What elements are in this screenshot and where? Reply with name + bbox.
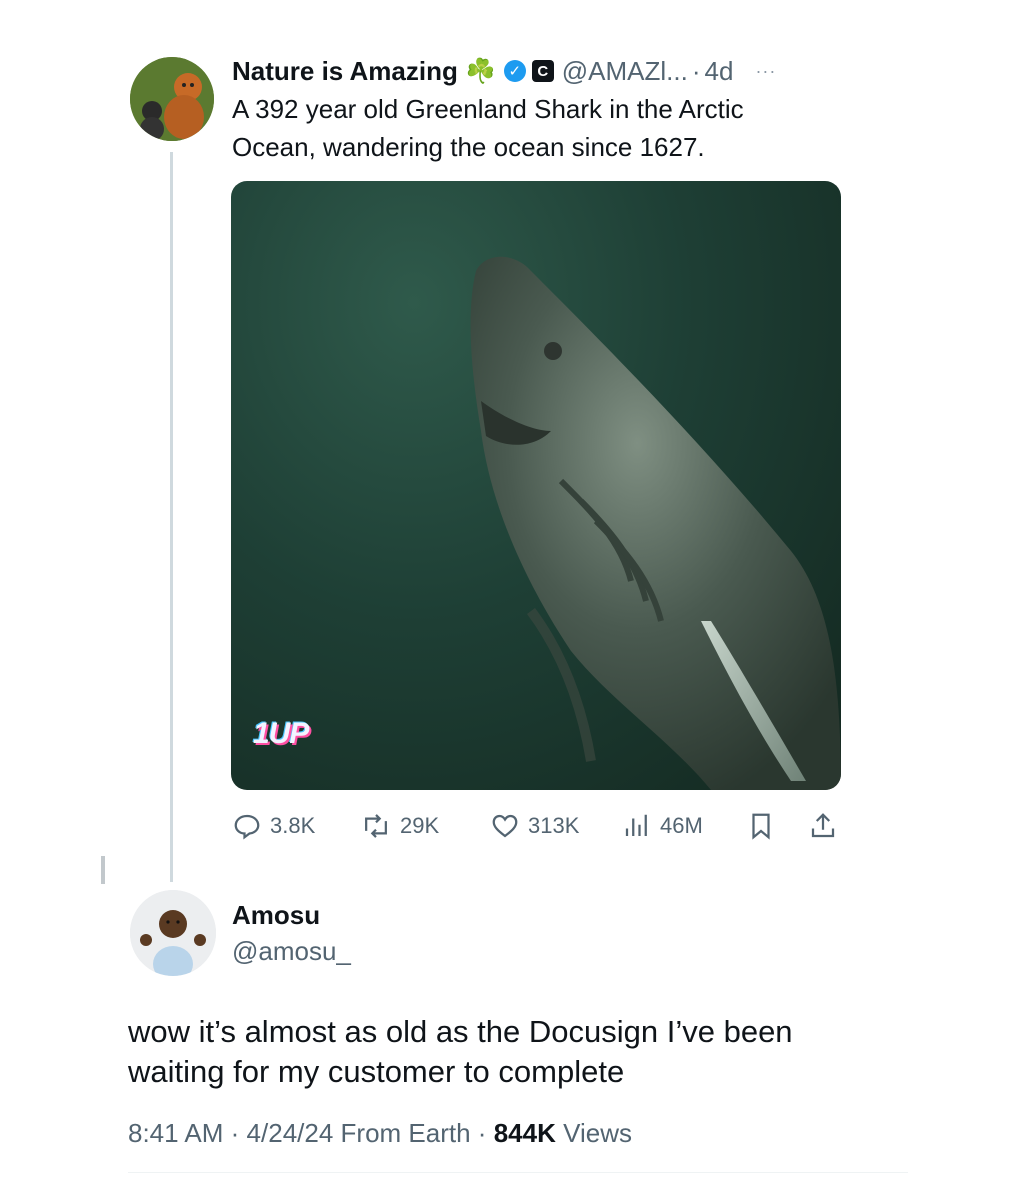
bookmark-button[interactable] <box>746 808 784 844</box>
display-name[interactable]: Nature is Amazing <box>232 56 458 87</box>
reply-button[interactable]: 3.8K <box>232 808 315 844</box>
views-button[interactable]: 46M <box>622 808 703 844</box>
share-icon <box>811 813 835 838</box>
views-count: 46M <box>660 813 703 838</box>
reply-date[interactable]: 4/24/24 <box>247 1118 334 1148</box>
avatar-nature-is-amazing[interactable] <box>130 57 214 141</box>
verified-icon: ✓ <box>503 60 526 82</box>
repost-count: 29K <box>400 813 440 838</box>
clover-icon: ☘️ <box>465 57 496 85</box>
reply-handle[interactable]: @amosu_ <box>232 936 351 967</box>
media-watermark: 1UP <box>253 717 309 750</box>
more-icon[interactable]: ··· <box>755 61 776 82</box>
bookmark-icon <box>752 813 770 840</box>
avatar-amosu[interactable] <box>130 890 216 976</box>
repost-button[interactable]: 29K <box>360 808 439 844</box>
crop-edge-mark <box>101 856 105 884</box>
reply-icon <box>234 814 260 840</box>
handle[interactable]: @AMAZl... <box>562 56 688 87</box>
thread-line <box>170 152 173 882</box>
repost-icon <box>365 814 387 838</box>
reply-views-count: 844K <box>493 1118 556 1148</box>
reply-source: From Earth <box>340 1118 471 1148</box>
separator: · <box>691 55 701 86</box>
reply-time[interactable]: 8:41 AM <box>128 1118 223 1148</box>
divider <box>128 1172 908 1173</box>
timestamp[interactable]: 4d <box>705 56 734 87</box>
shark-photo <box>470 256 841 790</box>
reply-text: wow it’s almost as old as the Docusign I… <box>128 1014 793 1089</box>
reply-views-label: Views <box>563 1118 632 1148</box>
orangutan-avatar-image <box>130 57 214 141</box>
tweet-media[interactable] <box>231 181 841 790</box>
like-button[interactable]: 313K <box>490 808 579 844</box>
org-badge-icon[interactable]: C <box>531 60 554 82</box>
tweet-text: A 392 year old Greenland Shark in the Ar… <box>232 94 744 162</box>
like-count: 313K <box>528 813 580 838</box>
tweet-actions: 3.8K 29K 313K 46M <box>232 808 842 844</box>
share-button[interactable] <box>808 808 846 844</box>
separator: · <box>230 1118 240 1148</box>
reply-display-name[interactable]: Amosu <box>232 900 320 931</box>
amosu-avatar-image <box>130 890 216 976</box>
reply-meta: 8:41 AM · 4/24/24 From Earth · 844K View… <box>128 1118 632 1149</box>
quoted-tweet-header: Nature is Amazing ☘️ ✓ C @AMAZl... · 4d … <box>232 54 776 88</box>
views-icon <box>625 814 647 836</box>
like-icon <box>492 814 518 838</box>
separator: · <box>477 1118 487 1148</box>
reply-count: 3.8K <box>270 813 316 838</box>
